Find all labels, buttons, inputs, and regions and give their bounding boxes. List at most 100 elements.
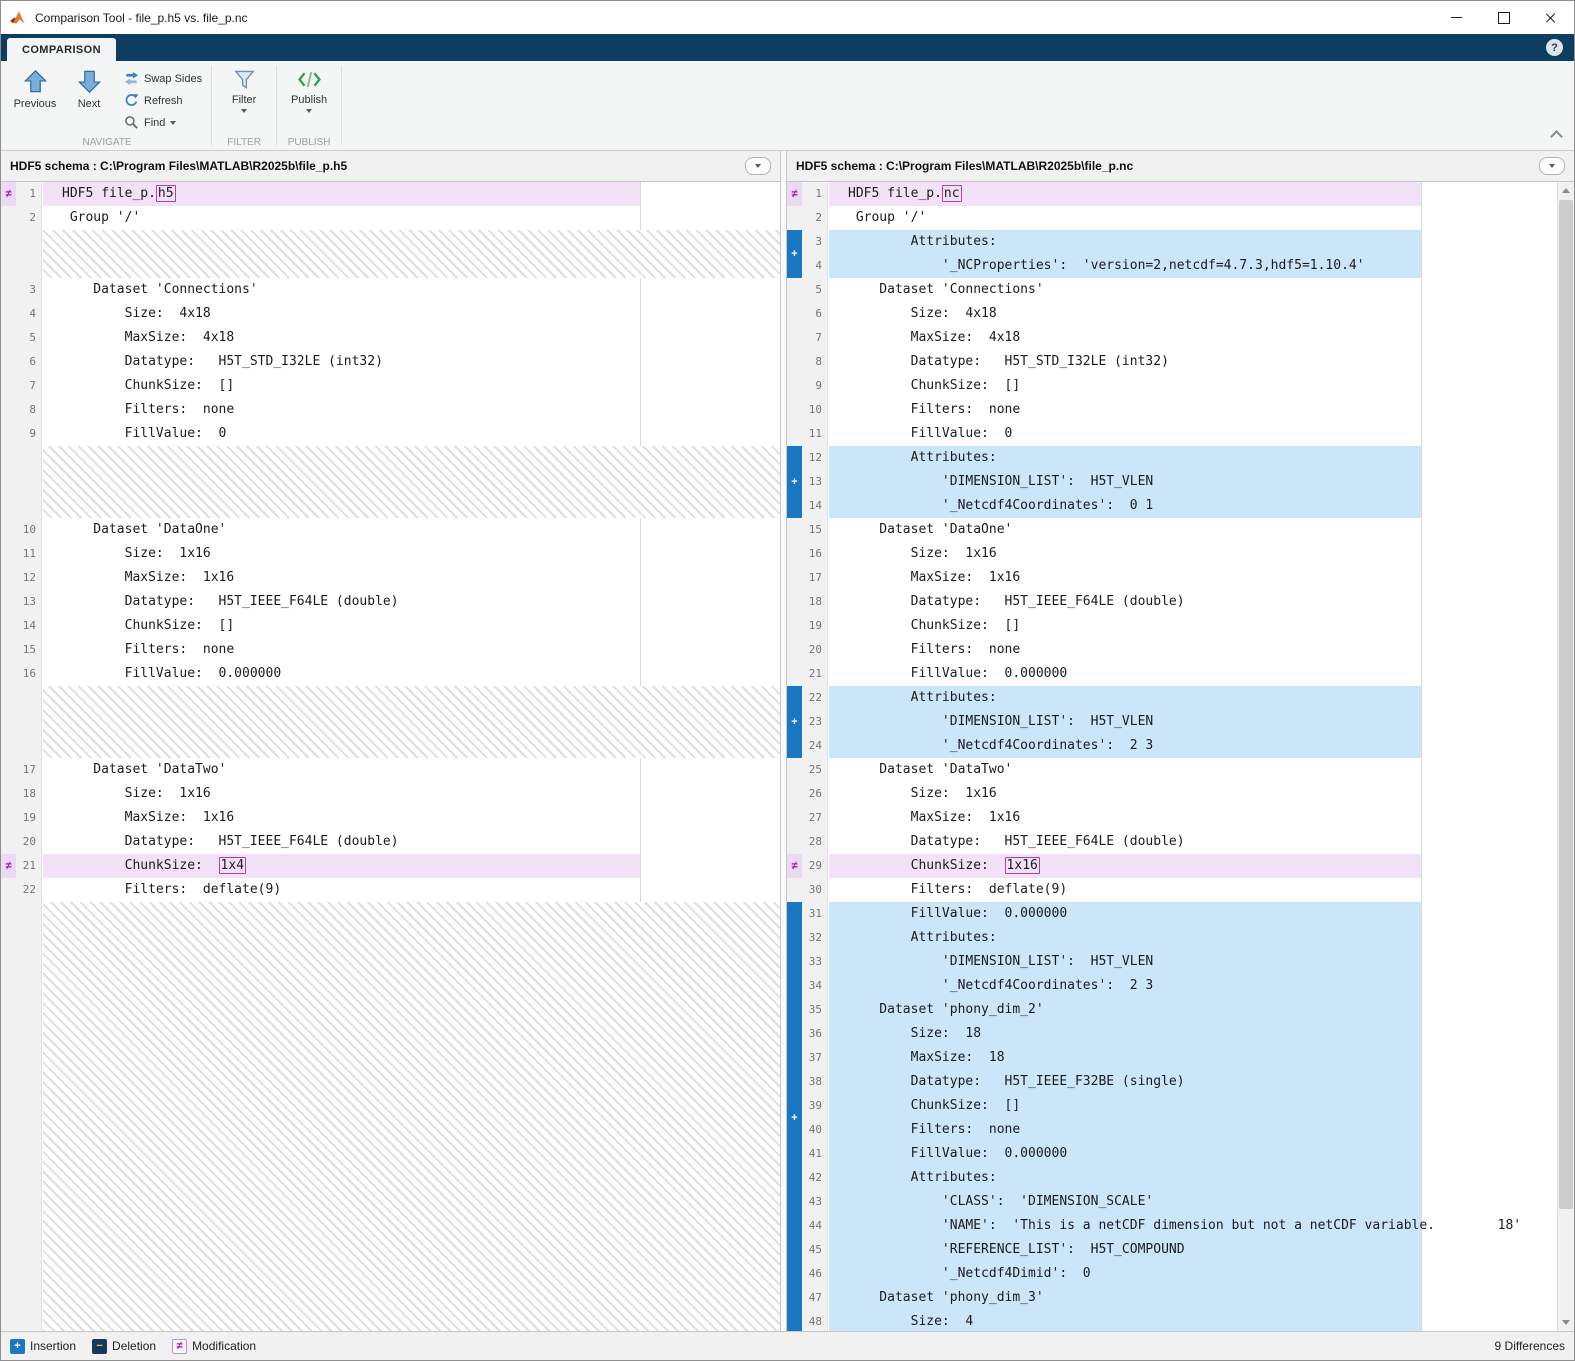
next-button[interactable]: Next [62, 63, 116, 136]
tab-comparison[interactable]: COMPARISON [7, 38, 116, 61]
code-line[interactable]: ChunkSize: 1x16 [829, 854, 1557, 878]
code-line[interactable]: '_Netcdf4Coordinates': 2 3 [829, 974, 1557, 998]
code-line[interactable]: Filters: none [43, 398, 780, 422]
code-line[interactable]: '_Netcdf4Dimid': 0 [829, 1262, 1557, 1286]
left-panel-body: ≠≠ 12345678910111213141516171819202122 H… [1, 182, 780, 1331]
line-number: 17 [23, 758, 36, 782]
code-line[interactable]: Dataset 'DataOne' [43, 518, 780, 542]
code-line[interactable]: 'DIMENSION_LIST': H5T_VLEN [829, 710, 1557, 734]
find-button[interactable]: Find [124, 114, 202, 131]
code-line[interactable]: Filters: none [829, 398, 1557, 422]
code-line[interactable]: FillValue: 0 [43, 422, 780, 446]
code-line[interactable]: Datatype: H5T_IEEE_F64LE (double) [829, 590, 1557, 614]
code-line[interactable]: Size: 1x16 [829, 782, 1557, 806]
left-code-content: HDF5 file_p.h5 Group '/' Dataset 'Connec… [43, 182, 780, 1331]
code-line[interactable]: MaxSize: 4x18 [829, 326, 1557, 350]
line-number: 35 [809, 998, 822, 1022]
code-line[interactable]: HDF5 file_p.h5 [43, 182, 780, 206]
code-line[interactable]: Attributes: [829, 446, 1557, 470]
publish-label: Publish [291, 94, 327, 106]
code-line[interactable]: Datatype: H5T_IEEE_F64LE (double) [43, 590, 780, 614]
code-line[interactable]: Size: 1x16 [43, 542, 780, 566]
code-line[interactable]: Attributes: [829, 230, 1557, 254]
alignment-gap [43, 902, 780, 1331]
code-line[interactable]: Size: 4x18 [43, 302, 780, 326]
line-number: 14 [23, 614, 36, 638]
code-line[interactable]: Datatype: H5T_STD_I32LE (int32) [43, 350, 780, 374]
code-line[interactable]: Dataset 'phony_dim_2' [829, 998, 1557, 1022]
line-number: 8 [29, 398, 36, 422]
code-line[interactable]: MaxSize: 1x16 [829, 806, 1557, 830]
code-line[interactable]: ChunkSize: [] [829, 374, 1557, 398]
code-line[interactable]: 'NAME': 'This is a netCDF dimension but … [829, 1214, 1557, 1238]
code-line[interactable]: Attributes: [829, 686, 1557, 710]
code-line[interactable]: MaxSize: 4x18 [43, 326, 780, 350]
code-line[interactable]: Datatype: H5T_IEEE_F32BE (single) [829, 1070, 1557, 1094]
code-line[interactable]: 'DIMENSION_LIST': H5T_VLEN [829, 950, 1557, 974]
right-panel-menu-button[interactable] [1539, 157, 1565, 175]
code-line[interactable]: FillValue: 0.000000 [829, 662, 1557, 686]
line-number: 4 [29, 302, 36, 326]
filter-icon [233, 68, 256, 91]
code-line[interactable]: MaxSize: 18 [829, 1046, 1557, 1070]
code-line[interactable]: Datatype: H5T_STD_I32LE (int32) [829, 350, 1557, 374]
code-line[interactable]: HDF5 file_p.nc [829, 182, 1557, 206]
line-number: 22 [809, 686, 822, 710]
code-line[interactable]: Filters: none [829, 638, 1557, 662]
previous-button[interactable]: Previous [8, 63, 62, 136]
code-line[interactable]: Dataset 'DataTwo' [43, 758, 780, 782]
vertical-scrollbar[interactable] [1557, 182, 1574, 1331]
scrollbar-thumb[interactable] [1559, 200, 1573, 1209]
code-line[interactable]: Size: 4x18 [829, 302, 1557, 326]
help-button[interactable]: ? [1546, 39, 1563, 56]
close-button[interactable] [1527, 1, 1574, 34]
minimize-button[interactable] [1433, 1, 1480, 34]
code-line[interactable]: Group '/' [43, 206, 780, 230]
code-line[interactable]: Dataset 'DataOne' [829, 518, 1557, 542]
code-line[interactable]: FillValue: 0.000000 [829, 902, 1557, 926]
code-line[interactable]: FillValue: 0.000000 [829, 1142, 1557, 1166]
code-line[interactable]: FillValue: 0 [829, 422, 1557, 446]
code-line[interactable]: 'DIMENSION_LIST': H5T_VLEN [829, 470, 1557, 494]
code-line[interactable]: Dataset 'Connections' [829, 278, 1557, 302]
code-line[interactable]: Size: 18 [829, 1022, 1557, 1046]
code-line[interactable]: Dataset 'Connections' [43, 278, 780, 302]
code-line[interactable]: MaxSize: 1x16 [43, 806, 780, 830]
publish-button[interactable]: Publish [282, 63, 336, 136]
code-line[interactable]: Filters: none [829, 1118, 1557, 1142]
code-line[interactable]: Datatype: H5T_IEEE_F64LE (double) [829, 830, 1557, 854]
code-line[interactable]: ChunkSize: [] [829, 1094, 1557, 1118]
code-line[interactable]: Datatype: H5T_IEEE_F64LE (double) [43, 830, 780, 854]
refresh-button[interactable]: Refresh [124, 92, 202, 109]
maximize-button[interactable] [1480, 1, 1527, 34]
code-line[interactable]: '_NCProperties': 'version=2,netcdf=4.7.3… [829, 254, 1557, 278]
code-line[interactable]: ChunkSize: [] [829, 614, 1557, 638]
code-line[interactable]: Attributes: [829, 926, 1557, 950]
code-line[interactable]: FillValue: 0.000000 [43, 662, 780, 686]
code-line[interactable]: ChunkSize: 1x4 [43, 854, 780, 878]
collapse-ribbon-button[interactable] [1546, 126, 1566, 142]
code-line[interactable]: Filters: none [43, 638, 780, 662]
code-line[interactable]: Filters: deflate(9) [43, 878, 780, 902]
code-line[interactable]: Size: 1x16 [829, 542, 1557, 566]
code-line[interactable]: MaxSize: 1x16 [43, 566, 780, 590]
code-line[interactable]: Filters: deflate(9) [829, 878, 1557, 902]
code-line[interactable]: Size: 4 [829, 1310, 1557, 1331]
code-line[interactable]: 'REFERENCE_LIST': H5T_COMPOUND [829, 1238, 1557, 1262]
filter-button[interactable]: Filter [217, 63, 271, 136]
code-line[interactable]: Dataset 'phony_dim_3' [829, 1286, 1557, 1310]
code-line[interactable]: ChunkSize: [] [43, 614, 780, 638]
code-line[interactable]: Attributes: [829, 1166, 1557, 1190]
code-line[interactable]: 'CLASS': 'DIMENSION_SCALE' [829, 1190, 1557, 1214]
code-line[interactable]: '_Netcdf4Coordinates': 2 3 [829, 734, 1557, 758]
code-line[interactable]: Size: 1x16 [43, 782, 780, 806]
code-line[interactable]: Dataset 'DataTwo' [829, 758, 1557, 782]
code-line[interactable]: MaxSize: 1x16 [829, 566, 1557, 590]
scroll-down-button[interactable] [1558, 1314, 1574, 1331]
left-panel-menu-button[interactable] [745, 157, 771, 175]
code-line[interactable]: '_Netcdf4Coordinates': 0 1 [829, 494, 1557, 518]
swap-sides-button[interactable]: Swap Sides [124, 70, 202, 87]
code-line[interactable]: ChunkSize: [] [43, 374, 780, 398]
scroll-up-button[interactable] [1558, 182, 1574, 199]
code-line[interactable]: Group '/' [829, 206, 1557, 230]
